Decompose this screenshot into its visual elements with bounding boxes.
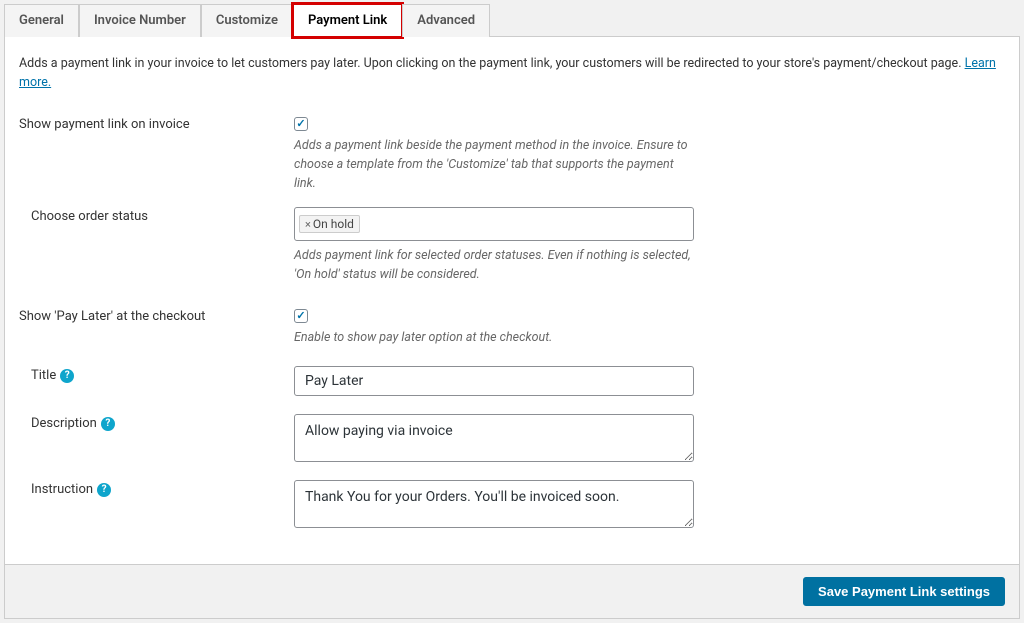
tab-customize[interactable]: Customize: [201, 4, 293, 37]
row-show-payment-link: Show payment link on invoice Adds a paym…: [19, 115, 1005, 194]
desc-pay-later-checkout: Enable to show pay later option at the c…: [294, 329, 694, 348]
order-status-select[interactable]: ×On hold: [294, 207, 694, 241]
tab-bar: General Invoice Number Customize Payment…: [4, 4, 1020, 37]
tab-invoice-number[interactable]: Invoice Number: [79, 4, 201, 37]
label-instruction: Instruction?: [19, 480, 294, 497]
desc-show-payment-link: Adds a payment link beside the payment m…: [294, 137, 694, 193]
checkbox-pay-later-checkout[interactable]: [294, 309, 308, 323]
help-icon[interactable]: ?: [60, 369, 74, 383]
intro-text: Adds a payment link in your invoice to l…: [19, 55, 1005, 93]
save-button[interactable]: Save Payment Link settings: [803, 577, 1005, 606]
tab-advanced[interactable]: Advanced: [402, 4, 490, 37]
row-pay-later-checkout: Show 'Pay Later' at the checkout Enable …: [19, 307, 1005, 348]
label-show-payment-link: Show payment link on invoice: [19, 115, 294, 132]
checkbox-show-payment-link[interactable]: [294, 117, 308, 131]
tab-payment-link[interactable]: Payment Link: [293, 4, 402, 37]
textarea-description[interactable]: [294, 414, 694, 462]
label-title: Title?: [19, 366, 294, 383]
close-icon[interactable]: ×: [305, 218, 311, 231]
row-description: Description?: [19, 414, 1005, 466]
panel-footer: Save Payment Link settings: [4, 565, 1020, 619]
settings-panel: Adds a payment link in your invoice to l…: [4, 36, 1020, 565]
row-instruction: Instruction?: [19, 480, 1005, 532]
tag-on-hold[interactable]: ×On hold: [299, 215, 360, 233]
help-icon[interactable]: ?: [97, 483, 111, 497]
desc-order-status: Adds payment link for selected order sta…: [294, 247, 694, 285]
tab-general[interactable]: General: [4, 4, 79, 37]
help-icon[interactable]: ?: [101, 417, 115, 431]
label-order-status: Choose order status: [19, 207, 294, 224]
input-title[interactable]: [294, 366, 694, 396]
tag-label: On hold: [313, 217, 354, 231]
intro-body: Adds a payment link in your invoice to l…: [19, 56, 965, 71]
row-title: Title?: [19, 366, 1005, 396]
label-pay-later-checkout: Show 'Pay Later' at the checkout: [19, 307, 294, 324]
textarea-instruction[interactable]: [294, 480, 694, 528]
label-description: Description?: [19, 414, 294, 431]
row-order-status: Choose order status ×On hold Adds paymen…: [19, 207, 1005, 285]
